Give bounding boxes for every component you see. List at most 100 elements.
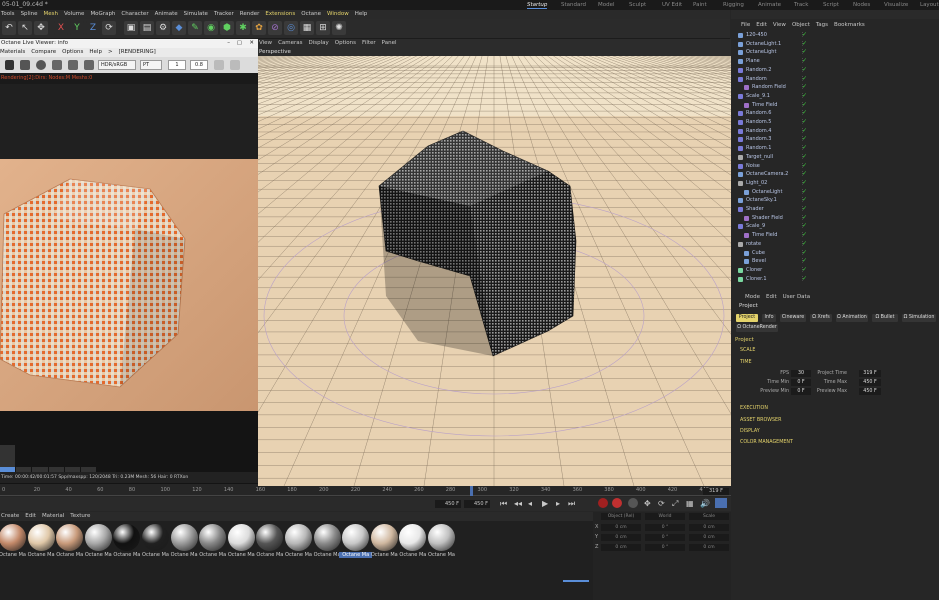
menu-window[interactable]: Window <box>327 10 349 19</box>
object-row[interactable]: Scale_9 ⋮ ✓ <box>731 222 939 231</box>
enabled-check-icon[interactable]: ✓ <box>802 249 807 258</box>
enabled-check-icon[interactable]: ✓ <box>802 75 807 84</box>
spline-pen-icon[interactable]: ✎ <box>188 21 202 35</box>
enabled-check-icon[interactable]: ✓ <box>802 214 807 223</box>
effector-icon[interactable]: ⊘ <box>268 21 282 35</box>
coordinate-system-icon[interactable]: ⟳ <box>102 21 116 35</box>
object-row[interactable]: Shader ⋮ ✓ <box>731 205 939 214</box>
object-row[interactable]: Random ⋮ ✓ <box>731 75 939 84</box>
go-to-start-icon[interactable]: ⏮ <box>500 499 507 509</box>
refresh-icon[interactable] <box>84 60 94 70</box>
attribute-tab[interactable]: Ω Animation <box>836 314 868 322</box>
pause-icon[interactable] <box>52 60 62 70</box>
live-viewer-menu-item[interactable]: > <box>108 48 113 57</box>
viewport-menu-options[interactable]: Options <box>335 39 356 48</box>
enabled-check-icon[interactable]: ✓ <box>802 101 807 110</box>
playhead-marker[interactable] <box>470 486 473 496</box>
previous-key-icon[interactable]: ◂◂ <box>514 499 522 508</box>
enabled-check-icon[interactable]: ✓ <box>802 222 807 231</box>
object-menu-file[interactable]: File <box>741 20 750 30</box>
enabled-check-icon[interactable]: ✓ <box>802 83 807 92</box>
light-icon[interactable]: ✺ <box>332 21 346 35</box>
deformer-icon[interactable]: ✱ <box>236 21 250 35</box>
viewport-menu-cameras[interactable]: Cameras <box>278 39 302 48</box>
viewport-menu-display[interactable]: Display <box>309 39 329 48</box>
project-time-field[interactable]: 319 F <box>859 370 881 377</box>
color-management-section[interactable]: COLOR MANAGEMENT <box>740 440 793 445</box>
viewport-menu-panel[interactable]: Panel <box>382 39 397 48</box>
enabled-check-icon[interactable]: ✓ <box>802 240 807 249</box>
kernel-select[interactable]: PT <box>140 60 162 70</box>
field-icon[interactable]: ✿ <box>252 21 266 35</box>
snap-icon[interactable]: ⊞ <box>316 21 330 35</box>
scale-section[interactable]: SCALE <box>740 348 755 353</box>
settings-icon[interactable] <box>230 60 240 70</box>
object-row[interactable]: Cloner.1 ⋮ ✓ <box>731 275 939 284</box>
enabled-check-icon[interactable]: ✓ <box>802 40 807 49</box>
subdivision-icon[interactable]: ◉ <box>204 21 218 35</box>
coord-rotation-field[interactable]: 0 cm <box>689 544 729 551</box>
attribute-menu-item[interactable]: User Data <box>783 292 810 302</box>
enabled-check-icon[interactable]: ✓ <box>802 118 807 127</box>
coord-size-field[interactable]: 0 ° <box>645 534 685 541</box>
record-icon[interactable] <box>598 498 608 508</box>
render-settings-icon[interactable]: ⚙ <box>156 21 170 35</box>
cube-icon[interactable]: ◆ <box>172 21 186 35</box>
y-axis-toggle[interactable]: Y <box>70 21 84 35</box>
object-row[interactable]: 120-450 ⋮ ✓ <box>731 31 939 40</box>
timeline-settings-icon[interactable] <box>715 498 727 508</box>
layout-tab-rigging[interactable]: Rigging <box>723 1 744 9</box>
enabled-check-icon[interactable]: ✓ <box>802 266 807 275</box>
layout-tab-animate[interactable]: Animate <box>758 1 781 9</box>
object-menu-view[interactable]: View <box>773 20 786 30</box>
object-row[interactable]: Bevel ⋮ ✓ <box>731 257 939 266</box>
coord-position-field[interactable]: 0 cm <box>601 524 641 531</box>
region-icon[interactable] <box>214 60 224 70</box>
coord-rotation-field[interactable]: 0 cm <box>689 524 729 531</box>
object-row[interactable]: Random.6 ⋮ ✓ <box>731 109 939 118</box>
object-row[interactable]: Light_02 ⋮ ✓ <box>731 179 939 188</box>
material-menu-texture[interactable]: Texture <box>70 512 90 521</box>
object-row[interactable]: Time Field ⋮ ✓ <box>731 231 939 240</box>
go-to-end-icon[interactable]: ⏭ <box>568 499 575 509</box>
enabled-check-icon[interactable]: ✓ <box>802 196 807 205</box>
enabled-check-icon[interactable]: ✓ <box>802 170 807 179</box>
perspective-viewport[interactable] <box>258 56 731 486</box>
current-frame-field[interactable]: 319 F <box>703 488 729 495</box>
enabled-check-icon[interactable]: ✓ <box>802 144 807 153</box>
menu-tools[interactable]: Tools <box>1 10 15 19</box>
live-viewer-menu-item[interactable]: [RENDERING] <box>119 48 156 57</box>
menu-render[interactable]: Render <box>240 10 260 19</box>
object-row[interactable]: Random.2 ⋮ ✓ <box>731 66 939 75</box>
position-mode-select[interactable]: Object (Rel) <box>601 513 641 520</box>
object-menu-edit[interactable]: Edit <box>756 20 767 30</box>
object-menu-object[interactable]: Object <box>792 20 810 30</box>
preview-max-field-attr[interactable]: 450 F <box>859 388 881 395</box>
object-row[interactable]: OctaneLight ⋮ ✓ <box>731 48 939 57</box>
layout-tab-visualize[interactable]: Visualize <box>884 1 908 9</box>
coord-size-field[interactable]: 0 ° <box>645 544 685 551</box>
time-max-field[interactable]: 450 F <box>859 379 881 386</box>
enabled-check-icon[interactable]: ✓ <box>802 205 807 214</box>
render-view-icon[interactable]: ▣ <box>124 21 138 35</box>
attribute-menu-item[interactable]: Edit <box>766 292 777 302</box>
live-viewer-menu-item[interactable]: Compare <box>31 48 56 57</box>
autokey-icon[interactable] <box>612 498 622 508</box>
sound-icon[interactable]: 🔊 <box>700 499 710 508</box>
scale-key-icon[interactable]: ⤢ <box>672 499 678 509</box>
enabled-check-icon[interactable]: ✓ <box>802 66 807 75</box>
move-icon[interactable]: ✥ <box>34 21 48 35</box>
enabled-check-icon[interactable]: ✓ <box>802 231 807 240</box>
rotation-mode-select[interactable]: Scale <box>689 513 729 520</box>
preview-max-field[interactable]: 450 F <box>464 500 490 508</box>
menu-octane[interactable]: Octane <box>301 10 321 19</box>
attribute-menu-item[interactable]: Mode <box>745 292 760 302</box>
layout-tab-startup[interactable]: Startup <box>527 1 548 9</box>
attribute-tab[interactable]: Info <box>762 314 776 322</box>
object-row[interactable]: Random.3 ⋮ ✓ <box>731 135 939 144</box>
rotation-key-icon[interactable]: ⟳ <box>658 499 665 508</box>
menu-volume[interactable]: Volume <box>64 10 84 19</box>
cloner-icon[interactable]: ⬢ <box>220 21 234 35</box>
attribute-tab[interactable]: Ω Xrefs <box>810 314 832 322</box>
attribute-tab[interactable]: Ω Bullet <box>872 314 898 322</box>
